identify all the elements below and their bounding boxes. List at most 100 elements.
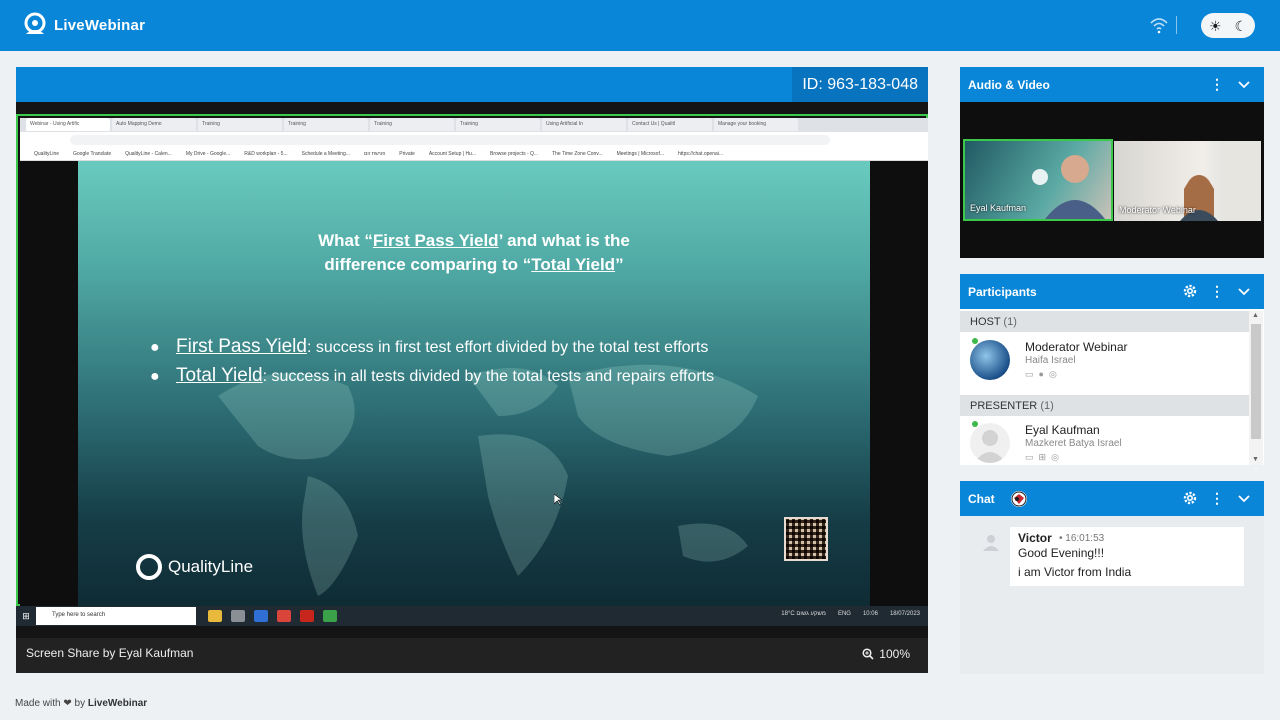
bookmark: Google Translate xyxy=(73,151,112,157)
heart-icon: ❤ xyxy=(63,698,72,709)
audio-video-header: Audio & Video ⋮ xyxy=(960,67,1264,102)
top-bar: LiveWebinar ☀ ☾ xyxy=(0,0,1280,51)
chevron-down-icon[interactable] xyxy=(1236,76,1252,92)
slide-bullet: ● First Pass Yield: success in first test… xyxy=(150,333,714,362)
chat-message-time: • 16:01:53 xyxy=(1059,533,1105,544)
webinar-id: ID: 963-183-048 xyxy=(792,67,928,102)
weather-text: 18°C משקע גשום xyxy=(781,611,826,617)
topbar-divider xyxy=(1176,16,1177,34)
zoom-control[interactable]: 100% xyxy=(862,647,910,661)
url-field xyxy=(70,135,830,145)
clock-time: 10:06 xyxy=(862,611,878,617)
audio-video-title: Audio & Video xyxy=(968,78,1050,92)
more-options-icon[interactable]: ⋮ xyxy=(1209,76,1225,92)
chat-message[interactable]: Victor • 16:01:53 Good Evening!!! i am V… xyxy=(1010,527,1244,586)
sun-icon[interactable]: ☀ xyxy=(1209,19,1222,33)
chevron-down-icon[interactable] xyxy=(1236,283,1252,299)
chrome-icon: ◎ xyxy=(1048,369,1057,379)
scroll-up-icon[interactable]: ▲ xyxy=(1252,312,1259,319)
zoom-icon[interactable] xyxy=(862,648,874,660)
qualityline-logo-icon xyxy=(136,554,162,580)
participants-title: Participants xyxy=(968,285,1037,299)
slide-title-term: First Pass Yield xyxy=(372,231,499,250)
participant-name: Moderator Webinar xyxy=(1025,340,1128,354)
participant-devices: ▭ ● ◎ xyxy=(1025,369,1057,380)
scroll-down-icon[interactable]: ▼ xyxy=(1252,456,1259,463)
app-icon xyxy=(254,610,268,622)
gear-icon[interactable] xyxy=(1182,283,1198,299)
bullet-text: : success in all tests divided by the to… xyxy=(262,368,715,385)
slide-title: What “First Pass Yield’ and what is the … xyxy=(78,229,870,277)
moon-icon[interactable]: ☾ xyxy=(1234,19,1247,33)
language-indicator: ENG xyxy=(837,611,851,617)
bookmark: Private xyxy=(399,151,415,157)
bullet-text: : success in first test effort divided b… xyxy=(306,339,709,356)
taskbar-apps xyxy=(196,610,337,622)
video-name-label: Moderator Webinar xyxy=(1119,205,1196,215)
screen-share-view[interactable]: Webinar - Using Artific Auto Mapping Dem… xyxy=(16,102,928,638)
audio-video-panel: Eyal Kaufman Moderator Webinar xyxy=(960,102,1264,258)
zoom-level: 100% xyxy=(879,647,910,661)
bullet-term: First Pass Yield xyxy=(176,336,307,357)
bookmark: Meetings | Microsof... xyxy=(616,151,665,157)
app-icon xyxy=(323,610,337,622)
stage-header: ID: 963-183-048 xyxy=(16,67,928,102)
video-tile-presenter[interactable]: Eyal Kaufman xyxy=(963,139,1113,221)
connection-icon[interactable] xyxy=(1149,15,1169,35)
more-options-icon[interactable]: ⋮ xyxy=(1209,490,1225,506)
clock-date: 18/07/2023 xyxy=(889,611,920,617)
more-options-icon[interactable]: ⋮ xyxy=(1209,283,1225,299)
participants-header: Participants ⋮ xyxy=(960,274,1264,309)
pdf-icon xyxy=(300,610,314,622)
participants-scrollbar[interactable]: ▲ ▼ xyxy=(1249,311,1263,465)
qualityline-logo-text: QualityLine xyxy=(168,557,254,576)
qr-code xyxy=(784,517,828,561)
browser-tab: Webinar - Using Artific xyxy=(26,118,110,131)
livewebinar-logo[interactable]: LiveWebinar xyxy=(22,12,145,38)
participant-item[interactable]: Eyal Kaufman Mazkeret Batya Israel ▭ ⊞ ◎ xyxy=(960,419,1249,467)
apple-icon: ● xyxy=(1038,369,1044,379)
gear-icon[interactable] xyxy=(1182,490,1198,506)
bookmark: Schedule a Meeting... xyxy=(301,151,351,157)
system-tray: 18°C משקע גשום ENG 10:06 18/07/2023 xyxy=(781,611,920,617)
avatar-icon xyxy=(1011,491,1027,507)
laptop-icon: ▭ xyxy=(1025,369,1034,379)
laptop-icon: ▭ xyxy=(1025,452,1034,462)
browser-tab: Auto Mapping Demo xyxy=(112,118,196,131)
slide-title-text: difference comparing to “ xyxy=(324,255,532,274)
theme-toggle[interactable]: ☀ ☾ xyxy=(1201,13,1255,38)
browser-tab: Manage your booking xyxy=(714,118,798,131)
chrome-icon: ◎ xyxy=(1051,452,1059,462)
group-count: (1) xyxy=(1003,316,1017,328)
taskbar-search: Type here to search xyxy=(36,607,196,625)
chat-user-avatar[interactable] xyxy=(1011,491,1027,507)
shared-screen-frame: Webinar - Using Artific Auto Mapping Dem… xyxy=(16,114,928,606)
footer-text: by xyxy=(74,698,86,709)
footer-brand-link[interactable]: LiveWebinar xyxy=(88,698,147,709)
bookmark: QualityLine - Calen... xyxy=(125,151,172,157)
footer-text: Made with xyxy=(15,698,61,709)
app-icon xyxy=(231,610,245,622)
browser-tab: Training xyxy=(284,118,368,131)
bookmark: QualityLine xyxy=(34,151,60,157)
scrollbar-thumb[interactable] xyxy=(1251,324,1261,439)
slide-title-term: Total Yield xyxy=(531,255,616,274)
participant-item[interactable]: Moderator Webinar Haifa Israel ▭ ● ◎ xyxy=(960,336,1249,384)
main-stage: ID: 963-183-048 Webinar - Using Artific … xyxy=(16,67,928,673)
browser-tab: Training xyxy=(456,118,540,131)
chevron-down-icon[interactable] xyxy=(1236,490,1252,506)
online-indicator xyxy=(972,421,978,427)
slide-area: What “First Pass Yield’ and what is the … xyxy=(20,161,928,606)
browser-tab: Contact Us | Qualitl xyxy=(628,118,712,131)
user-placeholder-icon xyxy=(974,430,1006,463)
slide-title-text: ” xyxy=(615,255,624,274)
chat-message-text: i am Victor from India xyxy=(1018,565,1132,579)
chat-sender-icon xyxy=(983,535,999,551)
windows-taskbar: ⊞ Type here to search 18°C משקע גשום ENG… xyxy=(16,606,928,626)
footer: Made with ❤ by LiveWebinar xyxy=(15,698,147,709)
slide-title-text: ’ and what is the xyxy=(498,231,630,250)
video-tile-moderator[interactable]: Moderator Webinar xyxy=(1114,141,1261,221)
group-label: PRESENTER xyxy=(970,400,1038,412)
browser-tab-strip: Webinar - Using Artific Auto Mapping Dem… xyxy=(20,118,928,132)
chat-message-text: Good Evening!!! xyxy=(1018,546,1105,560)
